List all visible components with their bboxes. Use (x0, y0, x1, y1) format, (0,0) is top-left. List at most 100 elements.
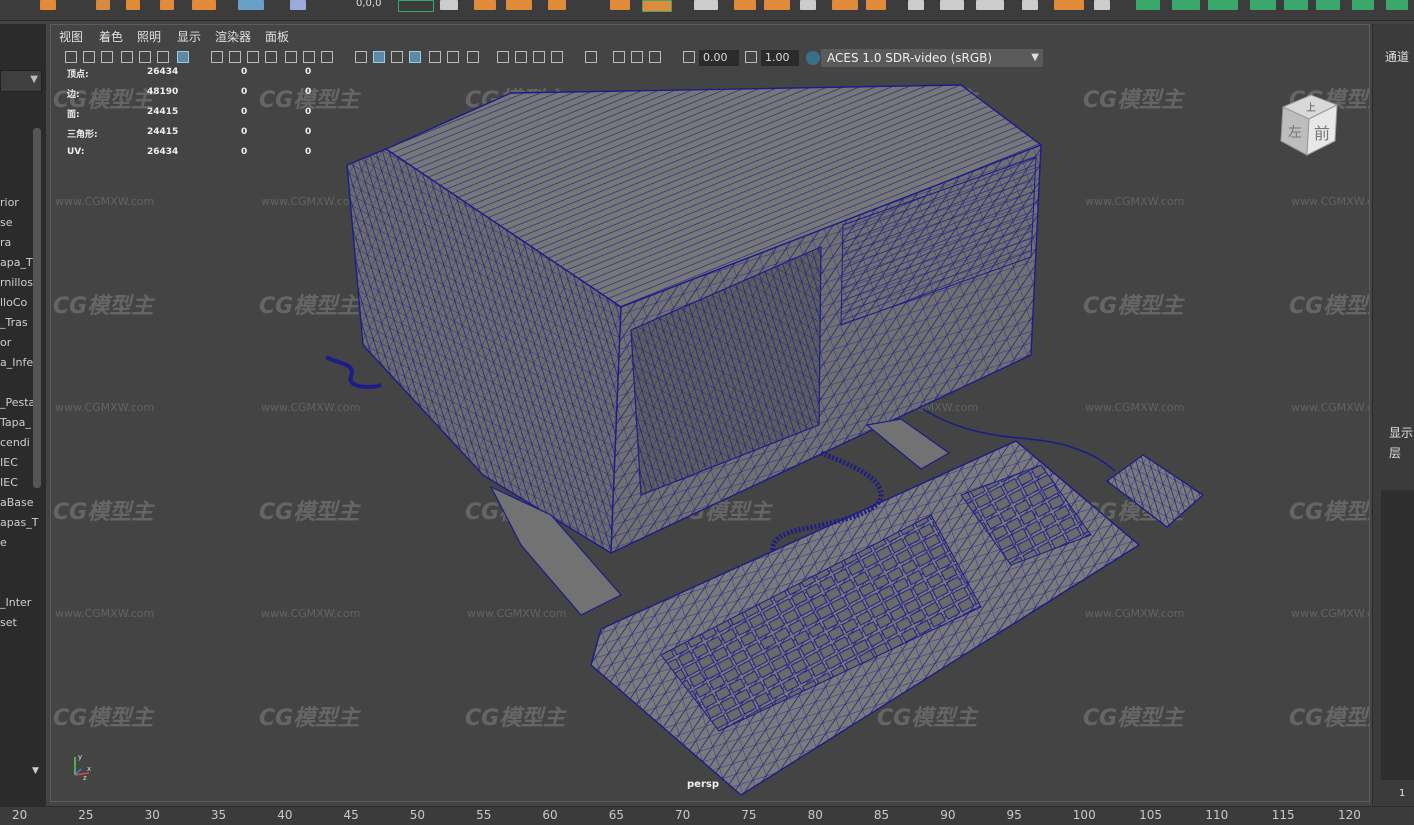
shelf-tool-icon[interactable] (1250, 0, 1276, 10)
gate-mask-icon[interactable] (265, 51, 277, 63)
outliner-filter-dropdown[interactable]: ▼ (0, 70, 42, 92)
outliner-item[interactable]: rnillos (0, 276, 33, 289)
safe-action-icon[interactable] (303, 51, 315, 63)
smooth-shade-icon[interactable] (373, 51, 385, 63)
grid-icon[interactable] (211, 51, 223, 63)
outliner-item[interactable]: aBase (0, 496, 34, 509)
viewport-menu-item[interactable]: 面板 (265, 28, 289, 45)
shelf-tool-icon[interactable] (40, 0, 56, 10)
shelf-tool-icon[interactable] (548, 0, 566, 10)
shelf-tool-icon[interactable] (734, 0, 756, 10)
outliner-item[interactable]: Tapa_ (0, 416, 31, 429)
grease-pencil-icon[interactable] (157, 51, 169, 63)
shelf-tool-icon[interactable] (238, 0, 264, 10)
viewport-menu-item[interactable]: 照明 (137, 28, 161, 45)
shelf-tool-icon[interactable] (192, 0, 216, 10)
exposure-field[interactable]: 0.00 (699, 50, 739, 66)
gamma-field[interactable]: 1.00 (761, 50, 799, 66)
shelf-tool-icon[interactable] (1208, 0, 1238, 10)
tab-channels[interactable]: 通道 (1385, 48, 1409, 65)
xray-joints-icon[interactable] (631, 51, 643, 63)
shelf-tool-icon[interactable] (1136, 0, 1160, 10)
outliner-item[interactable]: apas_T (0, 516, 38, 529)
shelf-tool-icon[interactable] (126, 0, 140, 10)
scroll-down-icon[interactable]: ▼ (32, 766, 39, 776)
shelf-tool-icon[interactable] (1386, 0, 1408, 10)
wireframe-scene[interactable]: CG模型主 CG模型主 CG模型主 CG模型主 CG模型主 CG模型主 CG模型主 CG模型主… (51, 25, 1369, 801)
viewport-menu-item[interactable]: 着色 (99, 28, 123, 45)
textured-icon[interactable] (429, 51, 441, 63)
camera-select-icon[interactable] (65, 51, 77, 63)
2d-pan-zoom-icon[interactable] (139, 51, 151, 63)
isolate-select-icon[interactable] (585, 51, 597, 63)
shelf-tool-icon[interactable] (1022, 0, 1038, 10)
shelf-tool-icon[interactable] (160, 0, 174, 10)
tab-display[interactable]: 显示 (1389, 424, 1413, 441)
outliner-item[interactable]: _Inter (0, 596, 31, 609)
outliner-item[interactable]: se (0, 216, 13, 229)
shelf-tool-icon[interactable] (1316, 0, 1340, 10)
lights-icon[interactable] (447, 51, 459, 63)
viewcube-icon[interactable]: 上 左 前 (1277, 91, 1341, 161)
image-plane-icon[interactable] (121, 51, 133, 63)
outliner-item[interactable]: _Pesta (0, 396, 35, 409)
outliner-item[interactable]: ra (0, 236, 11, 249)
xray-icon[interactable] (613, 51, 625, 63)
tab-layer[interactable]: 层 (1389, 444, 1401, 461)
outliner-item[interactable]: e (0, 536, 7, 549)
shelf-tool-icon[interactable] (832, 0, 858, 10)
exposure-icon[interactable] (683, 51, 695, 63)
shelf-tool-icon[interactable] (764, 0, 790, 10)
outliner-item[interactable]: set (0, 616, 17, 629)
outliner-item[interactable]: or (0, 336, 11, 349)
outliner-scrollbar[interactable] (33, 128, 41, 488)
shelf-tool-icon[interactable] (694, 0, 718, 10)
outliner-item[interactable]: apa_T (0, 256, 33, 269)
shelf-tool-icon[interactable] (908, 0, 924, 10)
shelf-tool-icon[interactable] (642, 0, 672, 12)
shelf-tool-icon[interactable] (800, 0, 816, 10)
color-management-icon[interactable] (806, 51, 820, 65)
viewport-menu-item[interactable]: 视图 (59, 28, 83, 45)
view-transform-dropdown[interactable]: ACES 1.0 SDR-video (sRGB) ▼ (821, 49, 1043, 67)
outliner-item[interactable]: _Tras (0, 316, 28, 329)
shelf-tool-icon[interactable] (1352, 0, 1374, 10)
shelf-tool-icon[interactable] (610, 0, 630, 10)
shelf-tool-icon[interactable] (440, 0, 458, 10)
outliner-item[interactable]: rior (0, 196, 19, 209)
xray-components-icon[interactable] (649, 51, 661, 63)
outliner-item[interactable]: IEC (0, 476, 18, 489)
motion-blur-icon[interactable] (515, 51, 527, 63)
shelf-tool-icon[interactable] (474, 0, 496, 10)
shelf-tool-icon[interactable] (940, 0, 964, 10)
shelf-tool-icon[interactable] (1284, 0, 1308, 10)
shadows-icon[interactable] (467, 51, 479, 63)
outliner-item[interactable]: cendi (0, 436, 30, 449)
outliner-item[interactable]: IEC (0, 456, 18, 469)
anti-aliasing-icon[interactable] (533, 51, 545, 63)
shelf-tool-icon[interactable] (506, 0, 532, 10)
shelf-tool-icon[interactable] (1172, 0, 1200, 10)
wireframe-on-shaded-icon[interactable] (409, 51, 421, 63)
perspective-viewport[interactable]: CG模型主 CG模型主 CG模型主 CG模型主 CG模型主 CG模型主 CG模型主 CG模型主… (50, 24, 1370, 802)
film-gate-icon[interactable] (229, 51, 241, 63)
resolution-gate-icon[interactable] (247, 51, 259, 63)
safe-title-icon[interactable] (321, 51, 333, 63)
shelf-tool-icon[interactable] (866, 0, 886, 10)
grease-pencil-active-icon[interactable] (177, 51, 189, 63)
shelf-tool-icon[interactable] (96, 0, 110, 10)
camera-attributes-icon[interactable] (83, 51, 95, 63)
shelf-tool-icon[interactable] (976, 0, 1004, 10)
gamma-icon[interactable] (745, 51, 757, 63)
timeline-ruler[interactable]: 20 25 30 35 40 45 50 55 60 65 70 75 80 85 90 95 100 105 11… (0, 806, 1414, 825)
shelf-tool-icon[interactable] (1094, 0, 1110, 10)
bookmark-icon[interactable] (101, 51, 113, 63)
shelf-tool-icon[interactable] (290, 0, 306, 10)
shelf-tool-icon[interactable] (1054, 0, 1084, 10)
outliner-item[interactable]: a_Infe (0, 356, 33, 369)
viewport-menu-item[interactable]: 显示 (177, 28, 201, 45)
screen-space-ao-icon[interactable] (497, 51, 509, 63)
shelf-tool-icon[interactable] (398, 0, 434, 12)
outliner-item[interactable]: lloCo (0, 296, 27, 309)
field-chart-icon[interactable] (285, 51, 297, 63)
